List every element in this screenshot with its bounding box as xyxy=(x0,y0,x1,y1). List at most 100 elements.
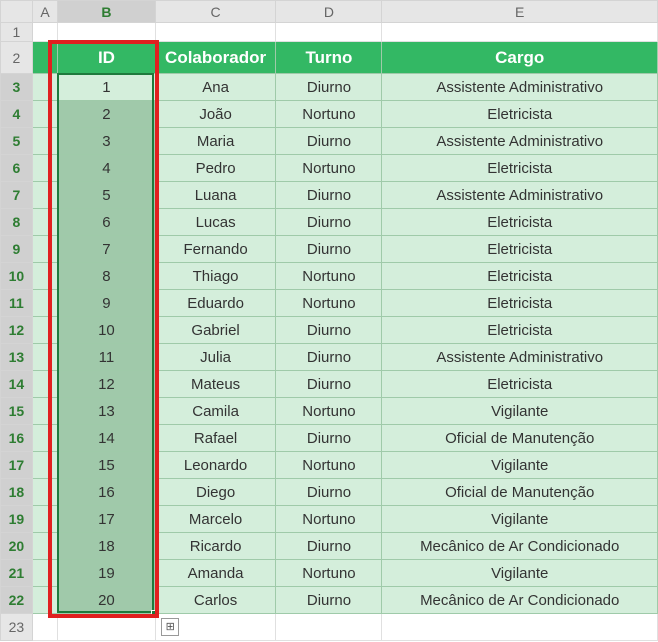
cell-B18-id[interactable]: 16 xyxy=(58,479,155,506)
cell-C10-colaborador[interactable]: Thiago xyxy=(155,263,276,290)
cell-B19-id[interactable]: 17 xyxy=(58,506,155,533)
cell-B21-id[interactable]: 19 xyxy=(58,560,155,587)
cell-E7-cargo[interactable]: Assistente Administrativo xyxy=(382,182,658,209)
cell-D19-turno[interactable]: Nortuno xyxy=(276,506,382,533)
row-header-10[interactable]: 10 xyxy=(1,263,33,290)
cell-C8-colaborador[interactable]: Lucas xyxy=(155,209,276,236)
row-header-5[interactable]: 5 xyxy=(1,128,33,155)
row-header-21[interactable]: 21 xyxy=(1,560,33,587)
cell-A22[interactable] xyxy=(32,587,57,614)
cell-E17-cargo[interactable]: Vigilante xyxy=(382,452,658,479)
cell-A3[interactable] xyxy=(32,74,57,101)
cell-C19-colaborador[interactable]: Marcelo xyxy=(155,506,276,533)
cell-E15-cargo[interactable]: Vigilante xyxy=(382,398,658,425)
cell-D20-turno[interactable]: Diurno xyxy=(276,533,382,560)
cell-E11-cargo[interactable]: Eletricista xyxy=(382,290,658,317)
cell-B22-id[interactable]: 20 xyxy=(58,587,155,614)
cell-D6-turno[interactable]: Nortuno xyxy=(276,155,382,182)
cell-D14-turno[interactable]: Diurno xyxy=(276,371,382,398)
cell-D1[interactable] xyxy=(276,23,382,42)
cell-C5-colaborador[interactable]: Maria xyxy=(155,128,276,155)
cell-D16-turno[interactable]: Diurno xyxy=(276,425,382,452)
cell-A23[interactable] xyxy=(32,614,57,641)
cell-A11[interactable] xyxy=(32,290,57,317)
cell-A12[interactable] xyxy=(32,317,57,344)
row-header-23[interactable]: 23 xyxy=(1,614,33,641)
cell-B12-id[interactable]: 10 xyxy=(58,317,155,344)
cell-C16-colaborador[interactable]: Rafael xyxy=(155,425,276,452)
cell-B15-id[interactable]: 13 xyxy=(58,398,155,425)
cell-A9[interactable] xyxy=(32,236,57,263)
cell-E10-cargo[interactable]: Eletricista xyxy=(382,263,658,290)
cell-B20-id[interactable]: 18 xyxy=(58,533,155,560)
cell-E16-cargo[interactable]: Oficial de Manutenção xyxy=(382,425,658,452)
cell-D23[interactable] xyxy=(276,614,382,641)
cell-E3-cargo[interactable]: Assistente Administrativo xyxy=(382,74,658,101)
cell-D4-turno[interactable]: Nortuno xyxy=(276,101,382,128)
cell-E18-cargo[interactable]: Oficial de Manutenção xyxy=(382,479,658,506)
row-header-14[interactable]: 14 xyxy=(1,371,33,398)
cell-E9-cargo[interactable]: Eletricista xyxy=(382,236,658,263)
cell-D21-turno[interactable]: Nortuno xyxy=(276,560,382,587)
cell-C14-colaborador[interactable]: Mateus xyxy=(155,371,276,398)
cell-D13-turno[interactable]: Diurno xyxy=(276,344,382,371)
row-header-18[interactable]: 18 xyxy=(1,479,33,506)
row-header-1[interactable]: 1 xyxy=(1,23,33,42)
cell-B13-id[interactable]: 11 xyxy=(58,344,155,371)
cell-B7-id[interactable]: 5 xyxy=(58,182,155,209)
grid[interactable]: A B C D E 1 2 ID Colaborador Turno Cargo… xyxy=(0,0,658,641)
cell-B3-id[interactable]: 1 xyxy=(58,74,155,101)
cell-D17-turno[interactable]: Nortuno xyxy=(276,452,382,479)
cell-D11-turno[interactable]: Nortuno xyxy=(276,290,382,317)
cell-D15-turno[interactable]: Nortuno xyxy=(276,398,382,425)
cell-D9-turno[interactable]: Diurno xyxy=(276,236,382,263)
cell-C15-colaborador[interactable]: Camila xyxy=(155,398,276,425)
cell-A2[interactable] xyxy=(32,42,57,74)
cell-B14-id[interactable]: 12 xyxy=(58,371,155,398)
cell-C21-colaborador[interactable]: Amanda xyxy=(155,560,276,587)
col-header-C[interactable]: C xyxy=(155,1,276,23)
cell-C18-colaborador[interactable]: Diego xyxy=(155,479,276,506)
cell-A6[interactable] xyxy=(32,155,57,182)
cell-B23[interactable] xyxy=(58,614,155,641)
cell-A18[interactable] xyxy=(32,479,57,506)
cell-C20-colaborador[interactable]: Ricardo xyxy=(155,533,276,560)
cell-E4-cargo[interactable]: Eletricista xyxy=(382,101,658,128)
cell-C6-colaborador[interactable]: Pedro xyxy=(155,155,276,182)
cell-E5-cargo[interactable]: Assistente Administrativo xyxy=(382,128,658,155)
cell-A7[interactable] xyxy=(32,182,57,209)
cell-D7-turno[interactable]: Diurno xyxy=(276,182,382,209)
col-header-A[interactable]: A xyxy=(32,1,57,23)
cell-A4[interactable] xyxy=(32,101,57,128)
cell-C3-colaborador[interactable]: Ana xyxy=(155,74,276,101)
cell-B2-header-id[interactable]: ID xyxy=(58,42,155,74)
cell-E1[interactable] xyxy=(382,23,658,42)
cell-E21-cargo[interactable]: Vigilante xyxy=(382,560,658,587)
col-header-E[interactable]: E xyxy=(382,1,658,23)
cell-B6-id[interactable]: 4 xyxy=(58,155,155,182)
cell-B10-id[interactable]: 8 xyxy=(58,263,155,290)
cell-B8-id[interactable]: 6 xyxy=(58,209,155,236)
cell-C22-colaborador[interactable]: Carlos xyxy=(155,587,276,614)
row-header-20[interactable]: 20 xyxy=(1,533,33,560)
cell-E20-cargo[interactable]: Mecânico de Ar Condicionado xyxy=(382,533,658,560)
cell-E23[interactable] xyxy=(382,614,658,641)
cell-D12-turno[interactable]: Diurno xyxy=(276,317,382,344)
cell-D10-turno[interactable]: Nortuno xyxy=(276,263,382,290)
row-header-19[interactable]: 19 xyxy=(1,506,33,533)
cell-A13[interactable] xyxy=(32,344,57,371)
cell-C7-colaborador[interactable]: Luana xyxy=(155,182,276,209)
cell-C12-colaborador[interactable]: Gabriel xyxy=(155,317,276,344)
cell-B16-id[interactable]: 14 xyxy=(58,425,155,452)
row-header-22[interactable]: 22 xyxy=(1,587,33,614)
cell-E2-header-cargo[interactable]: Cargo xyxy=(382,42,658,74)
row-header-13[interactable]: 13 xyxy=(1,344,33,371)
cell-E8-cargo[interactable]: Eletricista xyxy=(382,209,658,236)
row-header-17[interactable]: 17 xyxy=(1,452,33,479)
cell-E6-cargo[interactable]: Eletricista xyxy=(382,155,658,182)
cell-E22-cargo[interactable]: Mecânico de Ar Condicionado xyxy=(382,587,658,614)
select-all-corner[interactable] xyxy=(1,1,33,23)
row-header-4[interactable]: 4 xyxy=(1,101,33,128)
cell-A20[interactable] xyxy=(32,533,57,560)
cell-E19-cargo[interactable]: Vigilante xyxy=(382,506,658,533)
